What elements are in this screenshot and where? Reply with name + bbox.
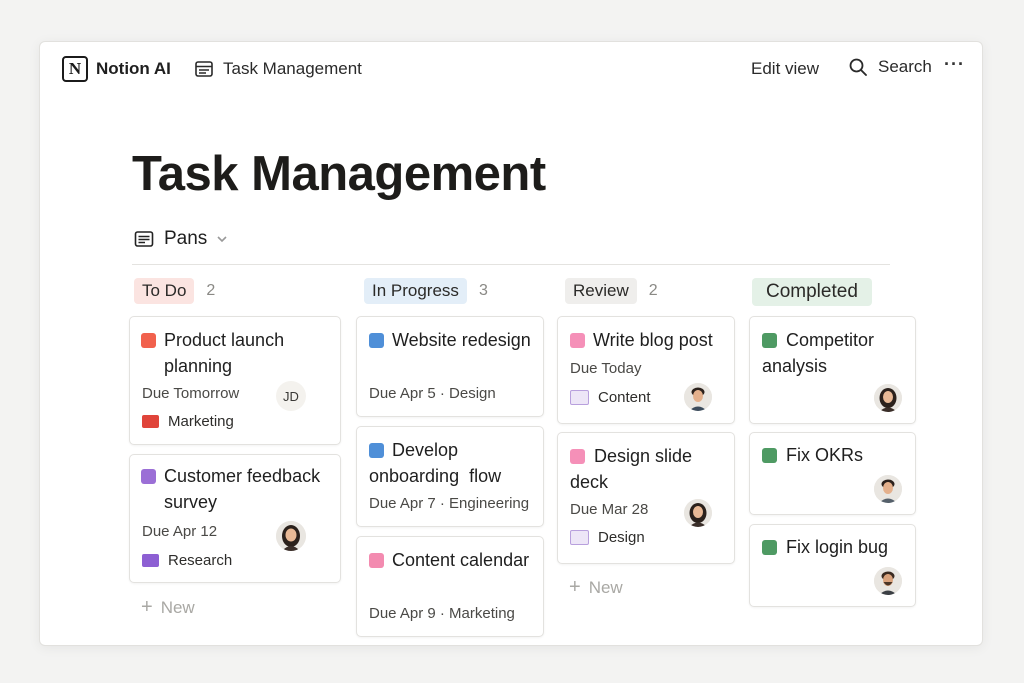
task-card[interactable]: Develop onboarding flow Due Apr 7 · Engi…: [356, 426, 544, 527]
card-due: Due Apr 7 · Engineering: [369, 495, 530, 512]
avatar-icon: [684, 499, 712, 527]
task-card[interactable]: Design slide deck Due Mar 28 Design: [557, 432, 735, 564]
plus-icon: +: [569, 576, 581, 598]
task-card[interactable]: Customer feedback survey Due Apr 12 Rese…: [129, 454, 341, 583]
more-horizontal-icon[interactable]: ···: [944, 54, 965, 75]
card-title: Website redesign: [392, 330, 531, 350]
card-title: Content calendar: [392, 550, 530, 570]
tag-label: Research: [168, 552, 233, 569]
column-pill: To Do: [134, 278, 195, 304]
avatar-icon: [276, 521, 306, 551]
column-pill: In Progress: [364, 278, 467, 304]
card-tag[interactable]: Marketing: [142, 413, 234, 430]
card-title: Design slide deck: [570, 446, 693, 492]
tag-doc-icon: [570, 530, 589, 545]
avatar-icon: [684, 383, 712, 411]
status-color-icon: [141, 333, 156, 348]
task-card[interactable]: Competitor analysis: [749, 316, 916, 424]
card-title: Fix login bug: [786, 537, 889, 557]
column-pill: Review: [565, 278, 637, 304]
new-card-button[interactable]: + New: [569, 576, 623, 599]
task-card[interactable]: Website redesign Due Apr 5 · Design: [356, 316, 544, 417]
status-color-icon: [141, 469, 156, 484]
page-title: Task Management: [132, 147, 546, 201]
card-tag[interactable]: Design: [570, 529, 645, 546]
avatar-icon: [874, 384, 902, 412]
card-due: Due Apr 12: [142, 523, 218, 540]
tag-folder-icon: [142, 554, 159, 567]
task-card[interactable]: Content calendar Due Apr 9 · Marketing: [356, 536, 544, 637]
chevron-down-icon: [217, 236, 227, 243]
search-button[interactable]: Search: [848, 57, 932, 77]
brand[interactable]: N Notion AI: [62, 56, 171, 82]
card-title: Competitor analysis: [762, 330, 875, 376]
brand-name: Notion AI: [96, 59, 171, 78]
avatar-icon: [874, 567, 902, 595]
column-header-completed[interactable]: Completed: [752, 278, 872, 306]
card-due: Due Tomorrow: [142, 385, 240, 402]
tag-folder-icon: [142, 415, 159, 428]
task-card[interactable]: Fix login bug: [749, 524, 916, 607]
notion-logo-icon: N: [62, 56, 88, 82]
plus-icon: +: [141, 596, 153, 618]
search-label: Search: [878, 57, 932, 76]
card-tag[interactable]: Research: [142, 552, 232, 569]
task-card[interactable]: Fix OKRs: [749, 432, 916, 515]
tag-doc-icon: [570, 390, 589, 405]
breadcrumb[interactable]: Task Management: [194, 59, 362, 79]
edit-view-button[interactable]: Edit view: [751, 59, 819, 79]
card-due: Due Apr 9 · Marketing: [369, 605, 515, 622]
status-color-icon: [570, 333, 585, 348]
card-title: Write blog post: [593, 330, 713, 350]
tag-label: Marketing: [168, 413, 234, 430]
view-name: Pans: [164, 228, 208, 249]
card-title: Product launch planning: [164, 330, 285, 376]
divider: [132, 264, 890, 265]
app-window: N Notion AI Task Management Edit view Se…: [39, 41, 983, 646]
column-header-review[interactable]: Review 2: [565, 278, 658, 304]
board-view-icon: [134, 231, 154, 247]
card-due: Due Apr 5 · Design: [369, 385, 496, 402]
card-due: Due Mar 28: [570, 501, 649, 518]
avatar: JD: [276, 381, 306, 411]
breadcrumb-label: Task Management: [223, 59, 362, 78]
status-color-icon: [762, 448, 777, 463]
card-tag[interactable]: Content: [570, 389, 651, 406]
status-color-icon: [762, 540, 777, 555]
card-due: Due Today: [570, 360, 642, 377]
column-count: 3: [478, 282, 488, 299]
column-pill: Completed: [752, 278, 872, 306]
column-count: 2: [206, 282, 216, 299]
card-title: Fix OKRs: [786, 445, 864, 465]
new-label: New: [588, 577, 623, 597]
column-header-in-progress[interactable]: In Progress 3: [364, 278, 488, 304]
column-count: 2: [648, 282, 658, 299]
column-header-todo[interactable]: To Do 2: [134, 278, 215, 304]
avatar-icon: [874, 475, 902, 503]
new-label: New: [160, 597, 195, 617]
view-switcher[interactable]: Pans: [134, 228, 228, 250]
new-card-button[interactable]: + New: [141, 596, 195, 619]
tag-label: Design: [598, 529, 645, 546]
search-icon: [849, 58, 867, 76]
top-bar: N Notion AI Task Management Edit view Se…: [40, 42, 982, 96]
card-title: Develop onboarding flow: [369, 440, 502, 486]
tag-label: Content: [598, 389, 651, 406]
table-icon: [195, 61, 213, 77]
card-title: Customer feedback survey: [164, 466, 321, 512]
task-card[interactable]: Write blog post Due Today Content: [557, 316, 735, 424]
task-card[interactable]: Product launch planning Due Tomorrow JD …: [129, 316, 341, 445]
